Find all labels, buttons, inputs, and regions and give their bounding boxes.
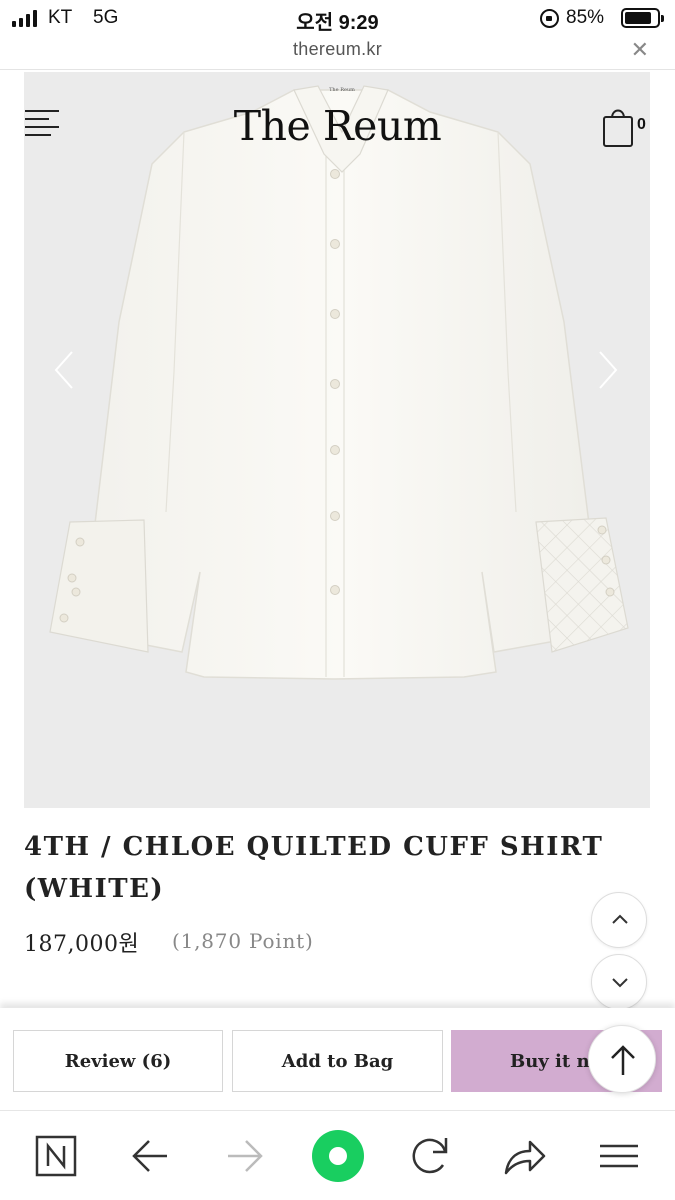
close-icon[interactable]: ✕ bbox=[631, 37, 649, 63]
shopping-bag-icon[interactable] bbox=[602, 104, 634, 148]
add-to-bag-button[interactable]: Add to Bag bbox=[232, 1030, 443, 1092]
product-price: 187,000원 bbox=[24, 932, 140, 957]
chevron-up-icon bbox=[612, 914, 628, 924]
arrow-up-icon bbox=[611, 1045, 635, 1075]
product-action-bar: Review (6) Add to Bag Buy it no bbox=[0, 1008, 675, 1110]
back-to-top-button[interactable] bbox=[588, 1025, 656, 1093]
scroll-up-button[interactable] bbox=[591, 892, 647, 948]
home-green-icon[interactable] bbox=[303, 1111, 373, 1200]
share-icon[interactable] bbox=[488, 1111, 558, 1200]
reload-icon[interactable] bbox=[395, 1111, 465, 1200]
brand-logo[interactable]: The Reum bbox=[0, 102, 675, 150]
rotation-lock-icon bbox=[540, 9, 559, 28]
svg-text:The Reum: The Reum bbox=[329, 87, 355, 93]
status-bar: KT 5G 오전 9:29 85% bbox=[0, 0, 675, 38]
review-button[interactable]: Review (6) bbox=[13, 1030, 223, 1092]
battery-level bbox=[625, 12, 652, 24]
product-title: 4TH / CHLOE QUILTED CUFF SHIRT (WHITE) bbox=[24, 832, 604, 904]
scroll-down-button[interactable] bbox=[591, 954, 647, 1010]
battery-icon bbox=[621, 8, 664, 28]
browser-toolbar bbox=[0, 1110, 675, 1200]
url-text[interactable]: thereum.kr bbox=[0, 39, 675, 60]
battery-percent: 85% bbox=[566, 7, 605, 28]
naver-icon[interactable] bbox=[22, 1111, 92, 1200]
forward-arrow-icon[interactable] bbox=[210, 1111, 280, 1200]
product-points: (1,870 Point) bbox=[172, 929, 314, 953]
chevron-right-icon[interactable] bbox=[592, 348, 622, 392]
back-arrow-icon[interactable] bbox=[115, 1111, 185, 1200]
chevron-left-icon[interactable] bbox=[50, 348, 80, 392]
product-image[interactable]: The Reum bbox=[24, 72, 650, 808]
cart-count: 0 bbox=[637, 116, 646, 133]
chevron-down-icon bbox=[612, 978, 628, 988]
menu-icon[interactable] bbox=[584, 1111, 654, 1200]
url-bar[interactable]: thereum.kr ✕ bbox=[0, 37, 675, 70]
